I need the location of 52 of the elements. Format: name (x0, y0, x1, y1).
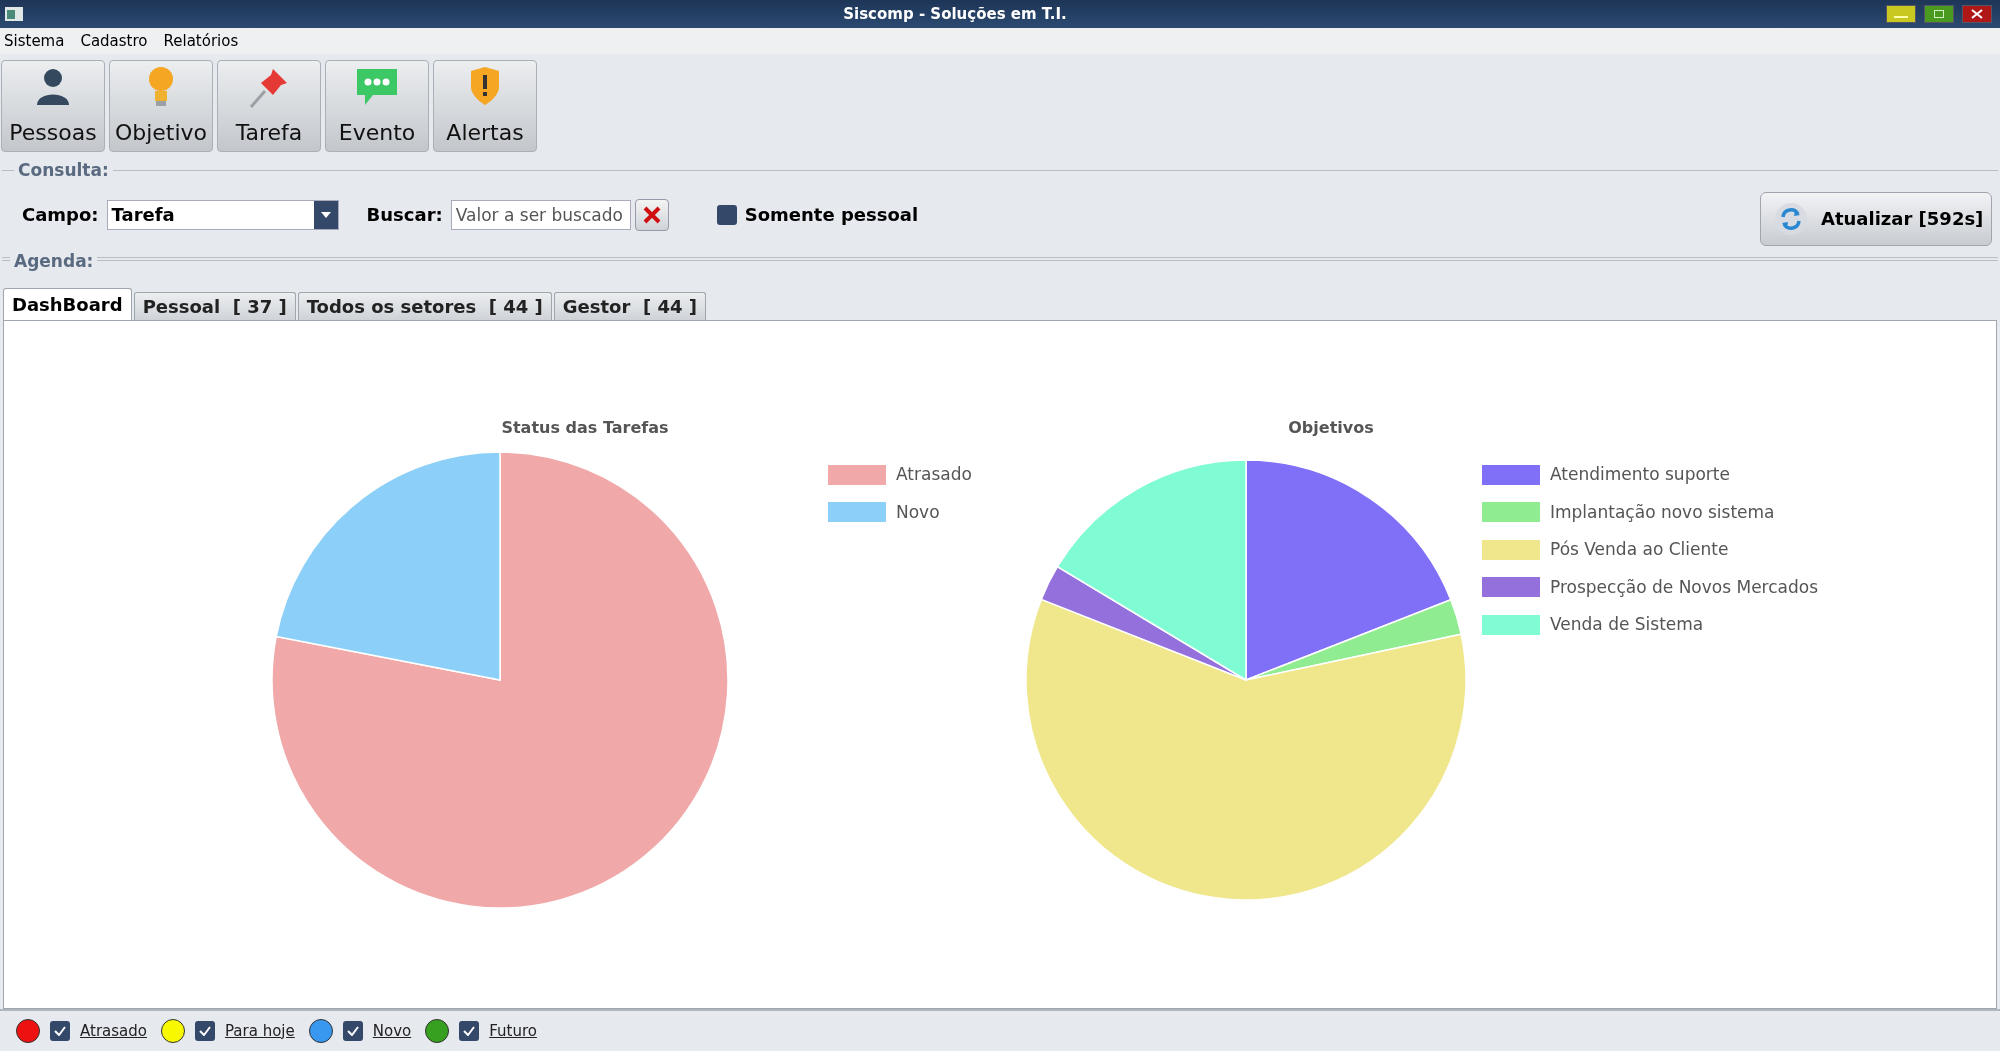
legend-label: Venda de Sistema (1550, 613, 1704, 636)
minimize-button[interactable] (1886, 5, 1916, 23)
check-icon (463, 1026, 476, 1036)
checkbox[interactable] (50, 1021, 70, 1041)
checkbox[interactable] (342, 1021, 363, 1041)
check-icon (346, 1026, 359, 1036)
field-label: Campo: (22, 203, 99, 227)
checkbox[interactable] (194, 1021, 215, 1041)
toolbar-button[interactable]: Evento (325, 60, 429, 152)
toolbar-button[interactable]: Tarefa (217, 60, 321, 152)
menu-item[interactable]: Relatórios (163, 29, 239, 53)
app-icon (4, 6, 24, 22)
minimize-icon (1894, 16, 1908, 18)
filter-link[interactable]: Novo (372, 1019, 412, 1043)
close-icon (1971, 9, 1983, 19)
chart-title: Status das Tarefas (501, 417, 669, 439)
check-icon (54, 1026, 66, 1036)
menu-item[interactable]: Cadastro (80, 29, 148, 53)
legend-label: Atrasado (896, 463, 972, 486)
toolbar-button[interactable]: Alertas (433, 60, 537, 152)
window-title: Siscomp - Soluções em T.I. (842, 3, 1068, 25)
tab[interactable]: Gestor [ 44 ] (553, 292, 706, 320)
legend-label: Atendimento suporte (1550, 463, 1730, 486)
legend-label: Implantação novo sistema (1550, 500, 1775, 524)
tab[interactable]: Todos os setores [ 44 ] (297, 292, 552, 320)
toolbar-button[interactable]: Objetivo (109, 60, 213, 152)
legend-label: Novo (896, 500, 940, 524)
close-icon (642, 205, 661, 224)
chart-title: Objetivos (1288, 417, 1374, 439)
legend-label: Prospecção de Novos Mercados (1550, 575, 1819, 599)
search-field[interactable]: Valor a ser buscado (450, 199, 631, 230)
somente-pessoal-checkbox[interactable]: Somente pessoal (716, 201, 919, 228)
lightbulb-icon (146, 65, 176, 109)
legend-label: Pós Venda ao Cliente (1550, 538, 1729, 561)
filter-link[interactable]: Futuro (489, 1019, 537, 1043)
field-label: Buscar: (366, 203, 443, 227)
filter-link[interactable]: Para hoje (224, 1019, 295, 1043)
toolbar-button[interactable]: Pessoas (1, 60, 105, 152)
panel-title: Consulta: (17, 159, 110, 182)
refresh-icon (1773, 200, 1809, 237)
maximize-icon (1934, 10, 1944, 18)
filter-link[interactable]: Atrasado (80, 1019, 147, 1043)
check-icon (198, 1026, 211, 1036)
close-button[interactable] (1962, 5, 1992, 23)
tab[interactable]: Pessoal [ 37 ] (133, 292, 296, 320)
checkbox[interactable] (459, 1021, 480, 1041)
refresh-button[interactable]: Atualizar [592s] (1760, 191, 1992, 246)
maximize-button[interactable] (1924, 5, 1954, 23)
tab[interactable]: DashBoard (3, 288, 132, 320)
clear-button[interactable] (634, 198, 669, 231)
campo-dropdown[interactable]: Tarefa (106, 199, 339, 230)
menu-item[interactable]: Sistema (4, 29, 65, 53)
